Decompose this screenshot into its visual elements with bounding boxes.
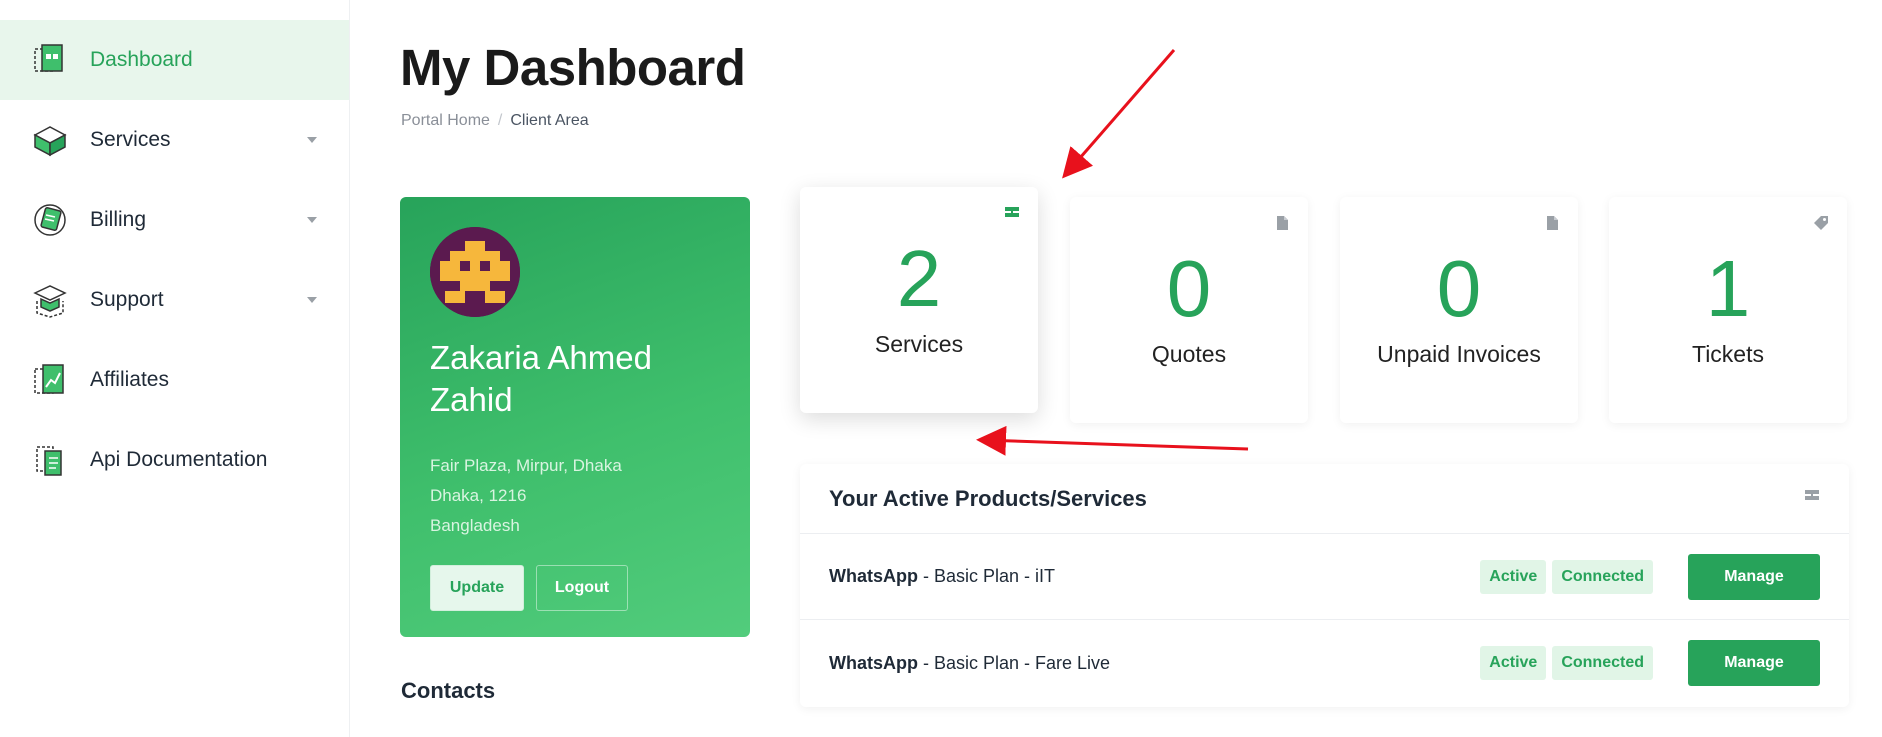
document-icon <box>1544 215 1560 231</box>
connection-badge: Connected <box>1552 559 1653 594</box>
stat-label: Unpaid Invoices <box>1377 341 1541 367</box>
chevron-down-icon <box>307 297 317 303</box>
services-box-icon <box>30 120 70 160</box>
page-title: My Dashboard <box>400 39 746 96</box>
manage-button[interactable]: Manage <box>1688 553 1820 600</box>
sidebar-item-label: Affiliates <box>90 368 169 391</box>
sidebar-nav: Dashboard Services Billing Support Affil… <box>0 0 350 737</box>
address-line: Dhaka, 1216 <box>430 486 527 505</box>
dashboard-icon <box>30 40 70 80</box>
stat-label: Quotes <box>1151 341 1227 367</box>
product-title: WhatsApp <box>829 652 918 673</box>
panel-header: Your Active Products/Services <box>800 464 1849 534</box>
address-line: Fair Plaza, Mirpur, Dhaka <box>430 456 622 475</box>
api-documentation-icon <box>30 440 70 480</box>
sidebar-item-support[interactable]: Support <box>0 260 349 340</box>
sidebar-item-label: Dashboard <box>90 48 193 71</box>
sidebar-item-affiliates[interactable]: Affiliates <box>0 340 349 420</box>
sidebar-item-label: Api Documentation <box>90 448 268 471</box>
stat-tile-tickets[interactable]: 1 Tickets <box>1609 197 1847 423</box>
product-row[interactable]: WhatsApp - Basic Plan - Fare Live Active… <box>800 620 1849 706</box>
active-products-panel: Your Active Products/Services WhatsApp -… <box>800 464 1849 707</box>
panel-title: Your Active Products/Services <box>829 485 1147 511</box>
annotation-arrow <box>976 425 1249 456</box>
annotation-arrow <box>1062 49 1176 179</box>
breadcrumb-separator: / <box>497 112 503 129</box>
logout-button[interactable]: Logout <box>536 565 628 611</box>
chevron-down-icon <box>307 217 317 223</box>
product-plan: - Basic Plan - iIT <box>918 566 1056 586</box>
server-icon <box>1004 205 1020 221</box>
sidebar-item-api-documentation[interactable]: Api Documentation <box>0 420 349 500</box>
profile-address: Fair Plaza, Mirpur, Dhaka Dhaka, 1216 Ba… <box>430 451 720 541</box>
chevron-down-icon <box>307 137 317 143</box>
breadcrumb: Portal Home / Client Area <box>401 112 589 130</box>
stat-value: 0 <box>1436 244 1482 333</box>
client-area-page: Dashboard Services Billing Support Affil… <box>0 0 1882 737</box>
sidebar-item-dashboard[interactable]: Dashboard <box>0 20 349 100</box>
product-plan: - Basic Plan - Fare Live <box>918 652 1111 673</box>
billing-icon <box>30 200 70 240</box>
avatar <box>430 227 520 317</box>
profile-name: Zakaria Ahmed Zahid <box>430 339 652 418</box>
product-title: WhatsApp <box>829 566 918 586</box>
stat-value: 1 <box>1705 244 1751 333</box>
product-row[interactable]: WhatsApp - Basic Plan - iIT Active Conne… <box>800 534 1849 620</box>
sidebar-item-label: Billing <box>90 208 147 231</box>
update-button[interactable]: Update <box>430 565 524 611</box>
address-country: Bangladesh <box>430 516 520 535</box>
server-icon <box>1804 488 1820 509</box>
profile-card: Zakaria Ahmed Zahid Fair Plaza, Mirpur, … <box>400 197 750 637</box>
sidebar-item-billing[interactable]: Billing <box>0 180 349 260</box>
status-badge: Active <box>1480 646 1547 680</box>
product-name: WhatsApp - Basic Plan - iIT <box>829 566 1474 587</box>
document-icon <box>1274 215 1290 231</box>
stat-tile-quotes[interactable]: 0 Quotes <box>1070 197 1308 423</box>
status-badge: Active <box>1480 559 1547 594</box>
stat-label: Tickets <box>1692 341 1764 367</box>
product-name: WhatsApp - Basic Plan - Fare Live <box>829 653 1474 674</box>
support-icon <box>30 280 70 320</box>
sidebar-item-services[interactable]: Services <box>0 100 349 180</box>
profile-actions: Update Logout <box>430 565 720 611</box>
connection-badge: Connected <box>1552 646 1653 680</box>
contacts-heading: Contacts <box>401 678 496 703</box>
breadcrumb-current: Client Area <box>510 112 589 129</box>
affiliates-chart-icon <box>30 360 70 400</box>
breadcrumb-home-link[interactable]: Portal Home <box>401 112 490 130</box>
stat-value: 0 <box>1166 244 1212 333</box>
stat-value: 2 <box>896 234 942 323</box>
stat-label: Services <box>874 331 964 357</box>
stat-tile-services[interactable]: 2 Services <box>800 187 1038 413</box>
sidebar-item-label: Services <box>90 128 171 151</box>
sidebar-item-label: Support <box>90 288 164 311</box>
tag-icon <box>1813 215 1829 231</box>
manage-button[interactable]: Manage <box>1688 640 1820 686</box>
stat-tile-unpaid-invoices[interactable]: 0 Unpaid Invoices <box>1340 197 1578 423</box>
